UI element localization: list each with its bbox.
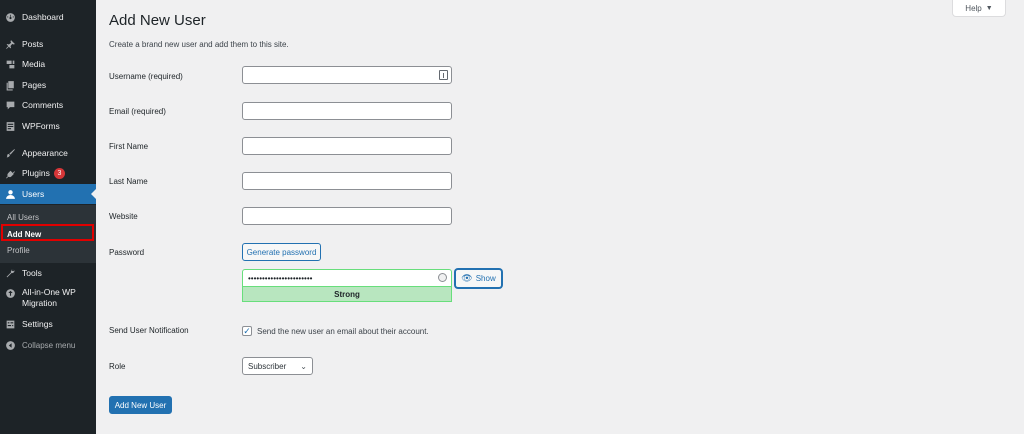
forms-icon [5, 121, 16, 132]
sidebar-item-media[interactable]: Media [0, 54, 96, 74]
page-title: Add New User [109, 12, 206, 29]
show-password-button[interactable]: 👁 Show [455, 269, 502, 288]
admin-sidebar: Dashboard Posts Media Pages Comments WPF… [0, 0, 96, 434]
password-strength-indicator: Strong [242, 287, 452, 302]
sidebar-item-label: All-in-One WP Migration [22, 287, 76, 308]
sidebar-item-label: Users [22, 189, 45, 199]
last-name-field[interactable] [242, 172, 452, 190]
website-field[interactable] [242, 207, 452, 225]
sidebar-item-wpforms[interactable]: WPForms [0, 116, 96, 136]
settings-icon [5, 319, 16, 330]
sidebar-item-tools[interactable]: Tools [0, 263, 96, 283]
email-label: Email (required) [109, 107, 166, 116]
dashboard-icon [5, 12, 16, 23]
role-selected-value: Subscriber [248, 361, 287, 371]
sidebar-item-label: Comments [22, 100, 64, 110]
generate-password-button[interactable]: Generate password [242, 243, 321, 261]
role-label: Role [109, 362, 126, 371]
username-field[interactable] [242, 66, 452, 84]
help-tab-button[interactable]: Help ▼ [952, 0, 1006, 17]
show-label: Show [475, 274, 496, 283]
comment-icon [5, 100, 16, 111]
sidebar-item-settings[interactable]: Settings [0, 314, 96, 334]
password-manager-icon[interactable] [438, 273, 447, 282]
sidebar-item-label: Settings [22, 319, 53, 329]
sidebar-item-label: Collapse menu [22, 340, 76, 350]
first-name-label: First Name [109, 142, 149, 151]
sidebar-item-label: Appearance [22, 148, 68, 158]
password-field[interactable]: ••••••••••••••••••••••• [242, 269, 452, 287]
sidebar-item-label: Dashboard [22, 12, 64, 22]
caret-down-icon: ▼ [985, 4, 993, 12]
send-notification-text: Send the new user an email about their a… [257, 327, 429, 336]
add-new-user-button[interactable]: Add New User [109, 396, 172, 414]
update-count-badge: 3 [53, 167, 65, 179]
last-name-label: Last Name [109, 177, 148, 186]
autofill-icon[interactable] [439, 70, 448, 80]
page-description: Create a brand new user and add them to … [109, 40, 289, 49]
sidebar-item-posts[interactable]: Posts [0, 34, 96, 54]
sidebar-item-appearance[interactable]: Appearance [0, 143, 96, 163]
website-label: Website [109, 212, 138, 221]
sidebar-item-plugins[interactable]: Plugins 3 [0, 163, 96, 183]
highlight-annotation [1, 224, 94, 241]
password-label: Password [109, 248, 145, 257]
username-label: Username (required) [109, 72, 183, 81]
help-label: Help [965, 3, 982, 13]
sidebar-item-all-in-one-wp-migration[interactable]: All-in-One WP Migration [0, 285, 96, 315]
media-icon [5, 59, 16, 70]
main-content: Add New User Help ▼ Create a brand new u… [96, 0, 1024, 434]
checkmark-icon: ✓ [243, 326, 251, 336]
sidebar-item-label: WPForms [22, 121, 60, 131]
plugin-icon [5, 168, 16, 179]
sidebar-item-label: Tools [22, 268, 42, 278]
eye-icon: 👁 [461, 273, 473, 283]
sidebar-item-comments[interactable]: Comments [0, 95, 96, 115]
sidebar-item-dashboard[interactable]: Dashboard [0, 7, 96, 27]
chevron-down-icon: ⌄ [300, 362, 307, 371]
first-name-field[interactable] [242, 137, 452, 155]
migration-icon [5, 288, 16, 299]
sidebar-item-label: Media [22, 59, 46, 69]
pin-icon [5, 39, 16, 50]
submenu-item-profile[interactable]: Profile [0, 242, 96, 258]
sidebar-item-label: Plugins [22, 168, 50, 178]
sidebar-item-pages[interactable]: Pages [0, 75, 96, 95]
sidebar-item-users[interactable]: Users [0, 184, 96, 204]
notification-label: Send User Notification [109, 326, 189, 335]
user-icon [5, 189, 16, 200]
email-field[interactable] [242, 102, 452, 120]
brush-icon [5, 148, 16, 159]
sidebar-item-label: Posts [22, 39, 44, 49]
sidebar-item-label: Pages [22, 80, 47, 90]
wrench-icon [5, 268, 16, 279]
collapse-menu-button[interactable]: Collapse menu [0, 335, 96, 355]
send-notification-checkbox[interactable]: ✓ [242, 326, 252, 336]
submenu-item-all-users[interactable]: All Users [0, 209, 96, 225]
collapse-icon [5, 340, 16, 351]
pages-icon [5, 80, 16, 91]
role-select[interactable]: Subscriber ⌄ [242, 357, 313, 375]
